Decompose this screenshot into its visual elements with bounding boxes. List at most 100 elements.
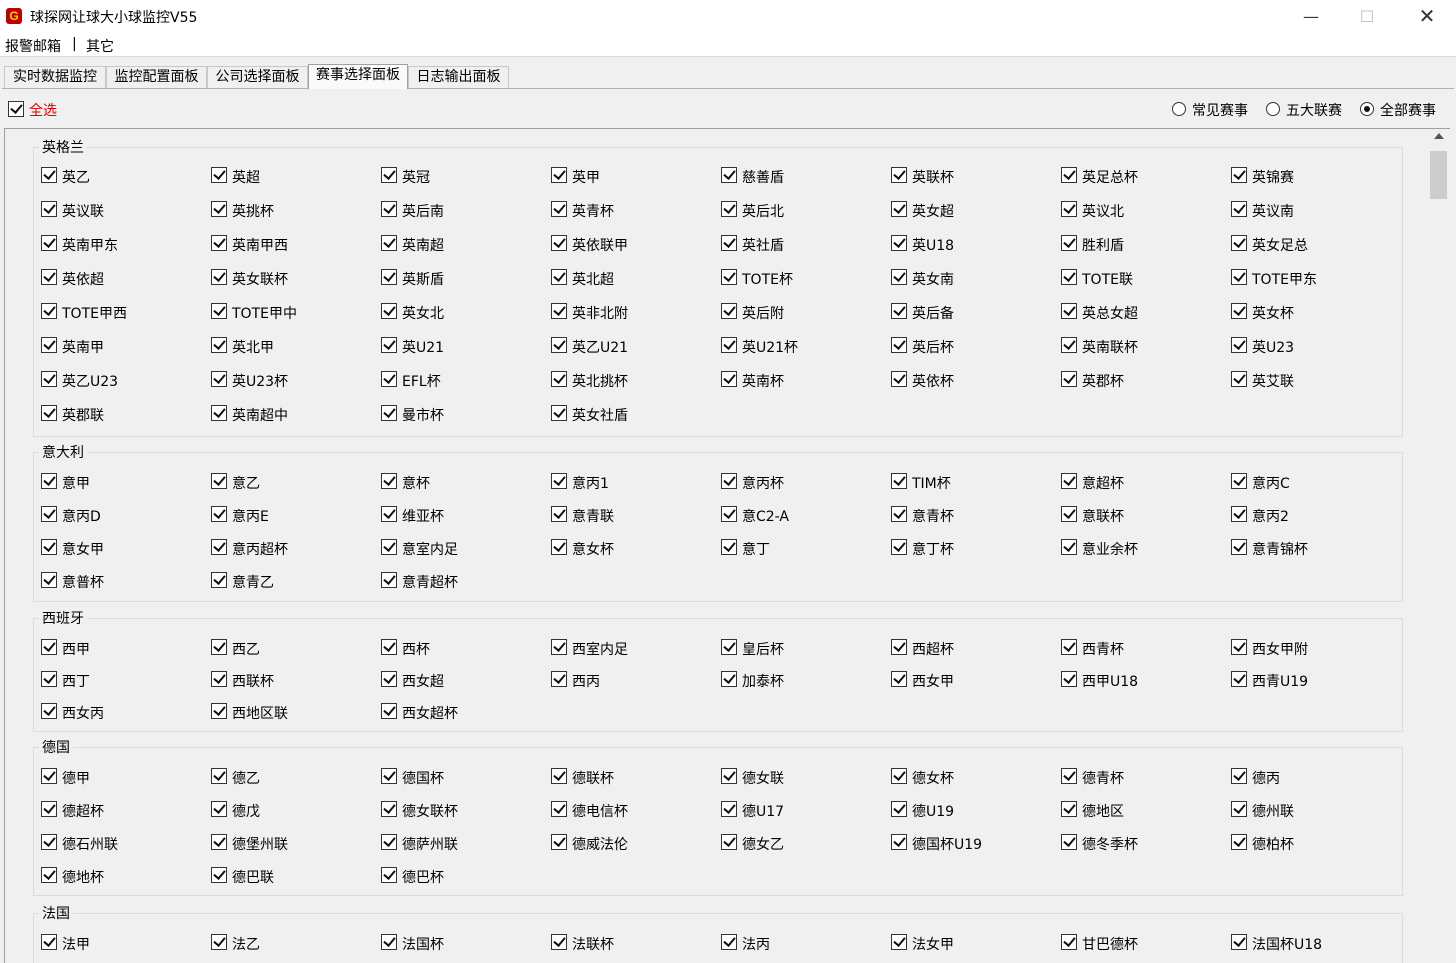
league-checkbox[interactable] <box>211 768 227 784</box>
league-checkbox[interactable] <box>551 235 567 251</box>
league-label[interactable]: 英甲 <box>572 167 600 187</box>
league-label[interactable]: 意丁杯 <box>912 539 954 559</box>
league-label[interactable]: 英南杯 <box>742 371 784 391</box>
scroll-up-icon[interactable] <box>1434 133 1444 139</box>
league-checkbox[interactable] <box>721 671 737 687</box>
radio-all-matches[interactable] <box>1360 102 1374 116</box>
league-label[interactable]: 英议联 <box>62 201 104 221</box>
league-label[interactable]: 西丁 <box>62 671 90 691</box>
league-label[interactable]: 西乙 <box>232 639 260 659</box>
league-label[interactable]: 德联杯 <box>572 768 614 788</box>
league-checkbox[interactable] <box>891 473 907 489</box>
league-checkbox[interactable] <box>41 572 57 588</box>
league-label[interactable]: 西甲U18 <box>1082 671 1138 691</box>
league-label[interactable]: 意丙E <box>232 506 269 526</box>
league-checkbox[interactable] <box>551 834 567 850</box>
league-checkbox[interactable] <box>41 371 57 387</box>
minimize-button[interactable]: — <box>1282 0 1340 32</box>
league-label[interactable]: 意女甲 <box>62 539 104 559</box>
tab-log-output[interactable]: 日志输出面板 <box>408 66 509 88</box>
menu-alarm-email[interactable]: 报警邮箱 <box>5 36 61 56</box>
league-label[interactable]: 意丙1 <box>572 473 609 493</box>
league-label[interactable]: 英非北附 <box>572 303 628 323</box>
league-label[interactable]: 英南超中 <box>232 405 288 425</box>
league-checkbox[interactable] <box>381 834 397 850</box>
league-checkbox[interactable] <box>41 303 57 319</box>
league-label[interactable]: 意青联 <box>572 506 614 526</box>
league-checkbox[interactable] <box>891 934 907 950</box>
league-label[interactable]: 意杯 <box>402 473 430 493</box>
league-label[interactable]: 西青U19 <box>1252 671 1308 691</box>
league-checkbox[interactable] <box>891 834 907 850</box>
league-label[interactable]: 意C2-A <box>742 506 789 526</box>
league-label[interactable]: 意丙D <box>62 506 101 526</box>
league-label[interactable]: 德女乙 <box>742 834 784 854</box>
league-label[interactable]: 英足总杯 <box>1082 167 1138 187</box>
league-label[interactable]: 德国杯U19 <box>912 834 982 854</box>
league-checkbox[interactable] <box>551 539 567 555</box>
league-label[interactable]: 英女杯 <box>1252 303 1294 323</box>
league-checkbox[interactable] <box>381 801 397 817</box>
league-label[interactable]: 曼市杯 <box>402 405 444 425</box>
league-checkbox[interactable] <box>721 539 737 555</box>
league-label[interactable]: 英后备 <box>912 303 954 323</box>
league-checkbox[interactable] <box>211 405 227 421</box>
league-label[interactable]: 德巴杯 <box>402 867 444 887</box>
menu-other[interactable]: 其它 <box>86 36 114 56</box>
league-label[interactable]: 德地杯 <box>62 867 104 887</box>
league-label[interactable]: 德州联 <box>1252 801 1294 821</box>
league-checkbox[interactable] <box>381 867 397 883</box>
league-checkbox[interactable] <box>41 834 57 850</box>
league-checkbox[interactable] <box>41 405 57 421</box>
radio-top-five-leagues[interactable] <box>1266 102 1280 116</box>
league-label[interactable]: 意青超杯 <box>402 572 458 592</box>
league-checkbox[interactable] <box>381 539 397 555</box>
league-checkbox[interactable] <box>381 506 397 522</box>
league-checkbox[interactable] <box>891 371 907 387</box>
league-label[interactable]: 英依联甲 <box>572 235 628 255</box>
league-checkbox[interactable] <box>891 671 907 687</box>
league-checkbox[interactable] <box>891 539 907 555</box>
league-checkbox[interactable] <box>551 473 567 489</box>
league-label[interactable]: 意乙 <box>232 473 260 493</box>
league-checkbox[interactable] <box>551 768 567 784</box>
league-checkbox[interactable] <box>551 337 567 353</box>
league-label[interactable]: 英南甲西 <box>232 235 288 255</box>
league-label[interactable]: 西地区联 <box>232 703 288 723</box>
league-label[interactable]: 英南甲东 <box>62 235 118 255</box>
league-checkbox[interactable] <box>381 934 397 950</box>
league-label[interactable]: 德地区 <box>1082 801 1124 821</box>
league-label[interactable]: 德柏杯 <box>1252 834 1294 854</box>
league-label[interactable]: 意室内足 <box>402 539 458 559</box>
league-label[interactable]: 英U23杯 <box>232 371 288 391</box>
league-checkbox[interactable] <box>41 539 57 555</box>
league-label[interactable]: 德威法伦 <box>572 834 628 854</box>
league-checkbox[interactable] <box>211 303 227 319</box>
league-checkbox[interactable] <box>1231 934 1247 950</box>
league-checkbox[interactable] <box>1231 801 1247 817</box>
league-checkbox[interactable] <box>381 269 397 285</box>
league-label[interactable]: 英U21杯 <box>742 337 798 357</box>
vertical-scrollbar[interactable] <box>1428 128 1450 963</box>
league-checkbox[interactable] <box>551 934 567 950</box>
league-label[interactable]: TOTE联 <box>1082 269 1133 289</box>
league-label[interactable]: 英北挑杯 <box>572 371 628 391</box>
league-label[interactable]: 法甲 <box>62 934 90 954</box>
league-label[interactable]: 英总女超 <box>1082 303 1138 323</box>
league-checkbox[interactable] <box>551 506 567 522</box>
league-label[interactable]: 西女超杯 <box>402 703 458 723</box>
league-label[interactable]: 皇后杯 <box>742 639 784 659</box>
league-label[interactable]: 意青杯 <box>912 506 954 526</box>
league-checkbox[interactable] <box>721 473 737 489</box>
league-label[interactable]: 英女社盾 <box>572 405 628 425</box>
league-label[interactable]: 德石州联 <box>62 834 118 854</box>
league-label[interactable]: 德青杯 <box>1082 768 1124 788</box>
league-checkbox[interactable] <box>1231 539 1247 555</box>
league-checkbox[interactable] <box>1061 473 1077 489</box>
league-label[interactable]: 西女甲 <box>912 671 954 691</box>
league-checkbox[interactable] <box>211 167 227 183</box>
league-label[interactable]: TOTE甲东 <box>1252 269 1317 289</box>
league-label[interactable]: 英议北 <box>1082 201 1124 221</box>
league-label[interactable]: 英乙 <box>62 167 90 187</box>
league-label[interactable]: 英依杯 <box>912 371 954 391</box>
